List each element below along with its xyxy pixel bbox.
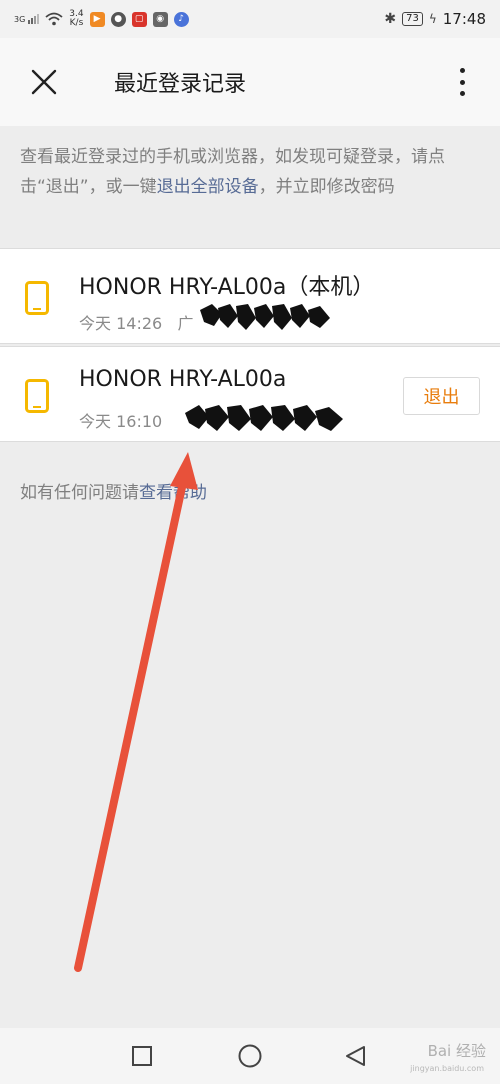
clock: 17:48 <box>442 10 486 28</box>
more-options-icon[interactable] <box>446 66 478 98</box>
phone-icon <box>25 379 49 413</box>
logout-all-devices-link[interactable]: 退出全部设备 <box>157 177 259 197</box>
network-type: 3G <box>14 15 26 24</box>
logout-device-button[interactable]: 退出 <box>403 377 480 415</box>
device-login-time: 今天 16:10 <box>79 412 163 431</box>
redacted-location <box>200 304 334 330</box>
device-name: HONOR HRY-AL00a（本机） <box>79 275 375 300</box>
watermark-url: jingyan.baidu.com <box>410 1064 484 1073</box>
system-nav-bar: Bai 经验 jingyan.baidu.com <box>0 1028 500 1084</box>
page-header: 最近登录记录 <box>0 38 500 126</box>
wifi-icon <box>45 12 63 26</box>
login-description: 查看最近登录过的手机或浏览器，如发现可疑登录，请点击“退出”，或一键退出全部设备… <box>20 147 445 197</box>
signal-icon: 3G <box>14 14 40 24</box>
phone-icon <box>25 281 49 315</box>
device-name: HONOR HRY-AL00a <box>79 367 287 392</box>
network-speed: 3.4 K/s <box>69 9 84 28</box>
video-app-icon: ▶ <box>89 11 105 27</box>
battery-indicator: 73 <box>402 12 423 26</box>
device-row-current: HONOR HRY-AL00a（本机） 今天 14:26 广 <box>0 248 500 344</box>
charging-icon: ϟ <box>428 12 437 26</box>
bluetooth-icon: ✱ <box>384 11 397 27</box>
page: 3G 3.4 K/s ▶ ● ▢ ◉ ♪ ✱ 73 ϟ 17:48 最近登录记录… <box>0 0 500 1084</box>
blue-app-icon: ♪ <box>173 11 189 27</box>
device-row-other: HONOR HRY-AL00a 今天 16:10 退出 <box>0 346 500 442</box>
close-icon[interactable] <box>16 54 72 110</box>
back-button[interactable] <box>342 1042 370 1070</box>
gray-app-icon: ◉ <box>152 11 168 27</box>
status-bar: 3G 3.4 K/s ▶ ● ▢ ◉ ♪ ✱ 73 ϟ 17:48 <box>0 0 500 38</box>
help-text: 如有任何问题请查看帮助 <box>20 483 207 503</box>
recent-apps-button[interactable] <box>128 1042 156 1070</box>
message-app-icon: ● <box>110 11 126 27</box>
red-app-icon: ▢ <box>131 11 147 27</box>
redacted-location <box>185 405 343 431</box>
watermark: Bai 经验 <box>427 1042 486 1060</box>
home-button[interactable] <box>236 1042 264 1070</box>
view-help-link[interactable]: 查看帮助 <box>139 483 207 503</box>
page-title: 最近登录记录 <box>114 72 247 97</box>
device-login-time: 今天 14:26 广 <box>79 314 194 333</box>
